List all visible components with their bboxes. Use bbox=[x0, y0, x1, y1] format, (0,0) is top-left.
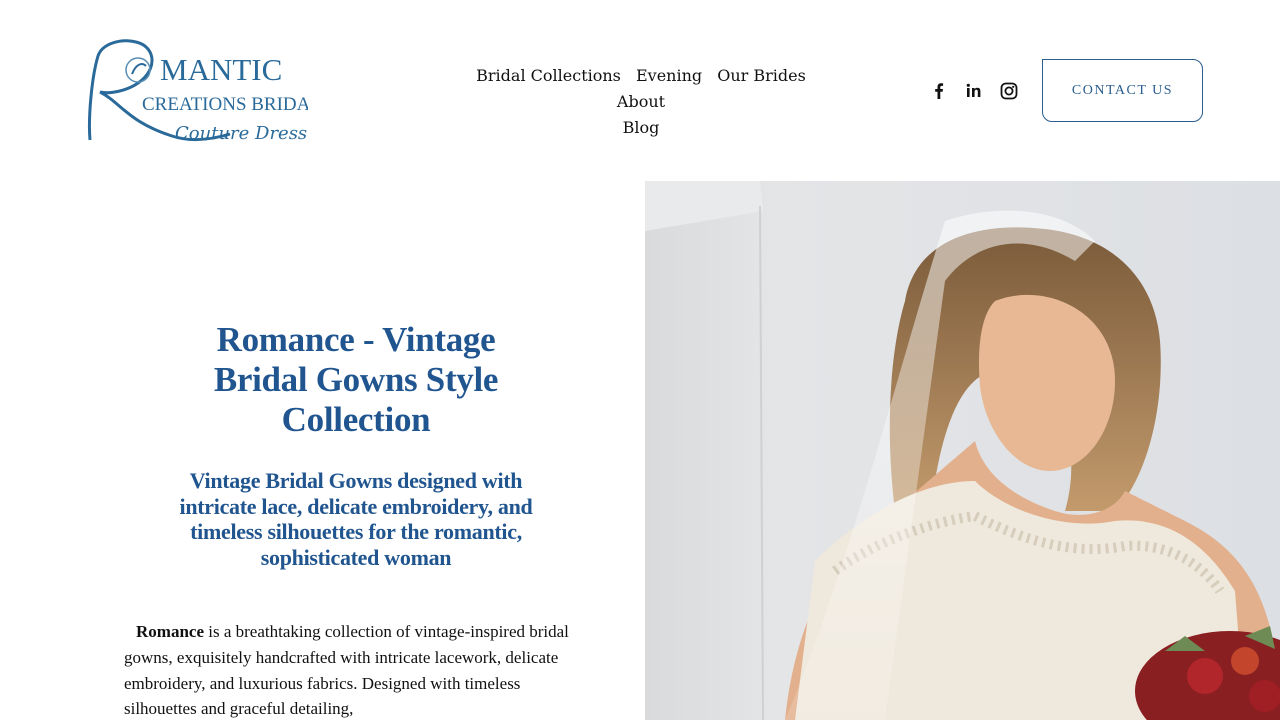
logo-line1: MANTIC bbox=[160, 52, 282, 87]
page-title: Romance - Vintage Bridal Gowns Style Col… bbox=[213, 320, 499, 439]
instagram-icon[interactable] bbox=[998, 80, 1020, 102]
main-nav: Bridal Collections Evening Our Brides Ab… bbox=[460, 63, 822, 141]
nav-blog[interactable]: Blog bbox=[623, 118, 660, 137]
nav-evening[interactable]: Evening bbox=[636, 66, 702, 85]
nav-about[interactable]: About bbox=[617, 92, 665, 111]
nav-bridal-collections[interactable]: Bridal Collections bbox=[476, 66, 621, 85]
site-header: MANTIC CREATIONS BRIDAL Couture Dresses … bbox=[0, 0, 1280, 181]
intro-paragraph: Romance is a breathtaking collection of … bbox=[124, 619, 584, 720]
logo-line3: Couture Dresses bbox=[175, 123, 308, 144]
page-subtitle: Vintage Bridal Gowns designed with intri… bbox=[179, 468, 533, 570]
facebook-icon[interactable] bbox=[928, 80, 950, 102]
social-links bbox=[928, 80, 1020, 102]
nav-our-brides[interactable]: Our Brides bbox=[717, 66, 806, 85]
bride-photo bbox=[645, 181, 1280, 720]
intro-bold-word: Romance bbox=[136, 622, 204, 641]
linkedin-icon[interactable] bbox=[963, 80, 985, 102]
logo-line2: CREATIONS BRIDAL bbox=[142, 94, 308, 115]
contact-us-button[interactable]: CONTACT US bbox=[1042, 59, 1203, 122]
site-logo[interactable]: MANTIC CREATIONS BRIDAL Couture Dresses bbox=[80, 36, 308, 146]
